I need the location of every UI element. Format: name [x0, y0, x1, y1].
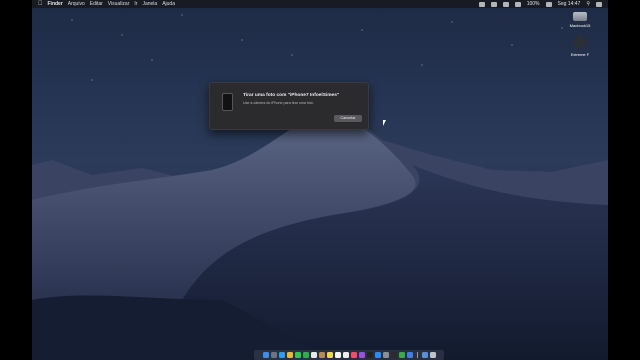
star [181, 14, 183, 16]
dialog-message: Use a câmera do iPhone para tirar uma fo… [243, 101, 314, 105]
dock-facetime-icon[interactable] [302, 352, 309, 358]
star [151, 59, 153, 61]
dock-terminal-icon[interactable] [390, 352, 397, 358]
desktop-item-label: Extreme F [570, 52, 590, 57]
dock-keynote-icon[interactable] [406, 352, 413, 358]
menu-editar[interactable]: Editar [90, 1, 103, 7]
dock-safari-icon[interactable] [278, 352, 285, 358]
star [71, 19, 73, 21]
apple-menu-icon[interactable]:  [38, 1, 43, 7]
menu-visualizar[interactable]: Visualizar [108, 1, 130, 7]
mouse-cursor [383, 120, 386, 126]
wallpaper [32, 14, 608, 360]
dock-contacts-icon[interactable] [318, 352, 325, 358]
menu-app-name[interactable]: Finder [48, 1, 63, 7]
star [91, 79, 93, 81]
dock-chrome-icon[interactable] [286, 352, 293, 358]
bluetooth-icon[interactable] [490, 1, 497, 7]
desktop:  Finder Arquivo Editar Visualizar Ir Ja… [32, 0, 608, 360]
iphone-icon [222, 93, 233, 111]
star [121, 34, 123, 36]
menu-ajuda[interactable]: Ajuda [162, 1, 175, 7]
dock-notes-icon[interactable] [326, 352, 333, 358]
dock-preferences-icon[interactable] [382, 352, 389, 358]
spotlight-icon[interactable]: ⚲ [586, 1, 590, 7]
dock-app-store-icon[interactable] [374, 352, 381, 358]
dock-downloads-icon[interactable] [421, 352, 428, 358]
dock-trash-icon[interactable] [429, 352, 436, 358]
dock-reminders-icon[interactable] [342, 352, 349, 358]
battery-icon[interactable] [545, 1, 552, 7]
star [451, 21, 453, 23]
hard-drive-icon [573, 12, 587, 21]
desktop-icons: Macbook15 Extreme F [560, 12, 600, 63]
clock[interactable]: Seg 14:47 [558, 1, 581, 7]
dock-finder-icon[interactable] [262, 352, 269, 358]
dock-messages-icon[interactable] [294, 352, 301, 358]
volume-icon[interactable] [514, 1, 521, 7]
menu-arquivo[interactable]: Arquivo [68, 1, 85, 7]
wifi-icon[interactable] [502, 1, 509, 7]
star [511, 44, 513, 46]
external-drive-icon [571, 33, 589, 51]
battery-percent[interactable]: 100% [527, 1, 540, 7]
dock-photos-icon[interactable] [310, 352, 317, 358]
star [241, 39, 243, 41]
dock-music-icon[interactable] [350, 352, 357, 358]
menu-bar:  Finder Arquivo Editar Visualizar Ir Ja… [32, 0, 608, 8]
star [421, 64, 423, 66]
dock [254, 350, 444, 360]
cancel-button[interactable]: Cancelar [334, 115, 362, 122]
desktop-item-macbook15[interactable]: Macbook15 [560, 12, 600, 28]
desktop-item-label: Macbook15 [569, 23, 591, 28]
dock-separator [416, 352, 418, 358]
menu-janela[interactable]: Janela [142, 1, 157, 7]
star [291, 54, 293, 56]
dock-launchpad-icon[interactable] [270, 352, 277, 358]
desktop-item-extreme[interactable]: Extreme F [560, 33, 600, 57]
take-photo-dialog: Tirar uma foto com "iPhone7 InfoelSimes"… [209, 82, 369, 130]
menu-ir[interactable]: Ir [134, 1, 137, 7]
dock-tv-icon[interactable] [366, 352, 373, 358]
notification-center-icon[interactable] [596, 1, 602, 7]
dock-podcasts-icon[interactable] [358, 352, 365, 358]
star [361, 29, 363, 31]
dialog-title: Tirar uma foto com "iPhone7 InfoelSimes" [243, 93, 340, 98]
dock-numbers-icon[interactable] [398, 352, 405, 358]
dock-calendar-icon[interactable] [334, 352, 341, 358]
screen-mirror-icon[interactable] [478, 1, 485, 7]
